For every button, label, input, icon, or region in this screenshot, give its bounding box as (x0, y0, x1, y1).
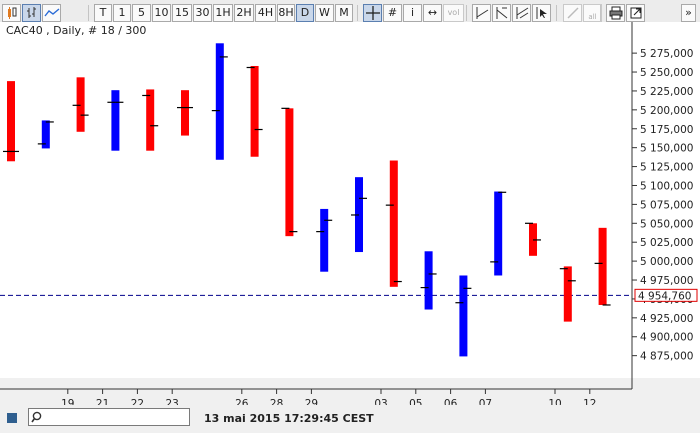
price-bar[interactable] (215, 43, 224, 160)
x-tick-label: 05 (409, 398, 422, 405)
arrow-icon (536, 7, 547, 19)
price-bar[interactable] (146, 89, 155, 151)
y-tick-label: 4 875,000 (640, 351, 693, 363)
eraser-icon (566, 7, 579, 19)
price-bar[interactable] (181, 90, 189, 136)
color-indicator[interactable] (7, 413, 17, 423)
price-chart[interactable]: 5 275,000 5 250,000 5 225,000 5 200,000 5 17… (0, 22, 700, 405)
x-tick-label: 22 (131, 398, 144, 405)
price-bar[interactable] (111, 90, 120, 151)
period-8h-button[interactable]: 8H (277, 4, 295, 22)
x-tick-label: 03 (374, 398, 387, 405)
info-tool-button[interactable]: i (403, 4, 422, 22)
y-tick-label: 5 200,000 (640, 105, 693, 117)
y-tick-label: 4 900,000 (640, 332, 693, 344)
period-30-button[interactable]: 30 (193, 4, 212, 22)
x-tick-label: 26 (235, 398, 249, 405)
price-bar[interactable] (598, 227, 607, 305)
crosshair-tool-button[interactable] (363, 4, 382, 22)
toolbar-separator (88, 5, 89, 21)
price-bar[interactable] (285, 108, 294, 237)
grid-tool-button[interactable]: # (383, 4, 402, 22)
y-tick-label: 5 050,000 (640, 218, 693, 230)
x-tick-label: 10 (548, 398, 561, 405)
price-bar[interactable] (250, 65, 259, 157)
pan-tool-button[interactable]: ↔ (423, 4, 442, 22)
expand-button[interactable]: » (681, 4, 696, 22)
price-bar[interactable] (320, 208, 329, 272)
ohlc-bars-icon (26, 7, 36, 18)
y-tick-label: 5 150,000 (640, 143, 693, 155)
y-tick-label: 5 275,000 (640, 48, 693, 60)
toolbar-separator (357, 5, 358, 21)
y-tick-label: 5 250,000 (640, 67, 693, 79)
bar-chart-button[interactable] (22, 4, 41, 22)
status-bar: 13 mai 2015 17:29:45 CEST (0, 405, 700, 433)
x-tick-label: 29 (305, 398, 318, 405)
search-icon (31, 411, 42, 423)
current-price-label: 4 954,760 (638, 290, 691, 302)
line-chart-button[interactable] (42, 4, 61, 22)
price-bar[interactable] (563, 266, 572, 322)
x-tick-label: 19 (61, 398, 74, 405)
x-tick-label: 21 (96, 398, 109, 405)
channel-tool-button[interactable] (512, 4, 531, 22)
period-5-button[interactable]: 5 (132, 4, 151, 22)
export-button[interactable] (626, 4, 645, 22)
crosshair-icon (365, 6, 380, 20)
chart-application: T 1 5 10 15 30 1H 2H 4H 8H D W M # i ↔ vol all» 5 275,000… (0, 0, 700, 433)
period-1h-button[interactable]: 1H (213, 4, 233, 22)
price-bar[interactable] (494, 191, 503, 276)
fibonacci-tool-button[interactable] (492, 4, 511, 22)
trendline-icon (476, 7, 488, 19)
price-bar[interactable] (7, 81, 15, 162)
period-d-button[interactable]: D (296, 4, 314, 22)
y-tick-label: 5 025,000 (640, 237, 693, 249)
y-tick-label: 5 225,000 (640, 86, 693, 98)
export-icon (630, 7, 641, 19)
y-tick-label: 4 925,000 (640, 313, 693, 325)
chart-title: CAC40 , Daily, # 18 / 300 (6, 24, 147, 37)
chart-area[interactable]: 5 275,000 5 250,000 5 225,000 5 200,000 5 17… (0, 22, 700, 405)
price-bar[interactable] (424, 251, 433, 310)
y-tick-label: 5 100,000 (640, 180, 693, 192)
timestamp: 13 mai 2015 17:29:45 CEST (204, 412, 374, 425)
candlestick-chart-button[interactable] (2, 4, 21, 22)
volume-tool-button[interactable]: vol (443, 4, 464, 22)
print-button[interactable] (606, 4, 625, 22)
toolbar-separator (600, 5, 601, 21)
x-tick-label: 23 (166, 398, 179, 405)
fibonacci-icon (496, 7, 507, 19)
search-input[interactable] (28, 408, 190, 426)
period-w-button[interactable]: W (315, 4, 334, 22)
period-15-button[interactable]: 15 (172, 4, 192, 22)
arrow-tool-button[interactable] (532, 4, 551, 22)
period-10-button[interactable]: 10 (152, 4, 171, 22)
channel-icon (516, 7, 528, 19)
price-bar[interactable] (459, 275, 468, 357)
trendline-tool-button[interactable] (472, 4, 491, 22)
period-4h-button[interactable]: 4H (255, 4, 276, 22)
x-tick-label: 06 (444, 398, 458, 405)
y-tick-label: 5 000,000 (640, 256, 693, 268)
period-m-button[interactable]: M (335, 4, 353, 22)
x-tick-label: 07 (479, 398, 492, 405)
x-tick-label: 12 (583, 398, 596, 405)
price-bar[interactable] (76, 77, 85, 132)
price-bar[interactable] (389, 160, 398, 287)
y-tick-label: 4 975,000 (640, 275, 693, 287)
period-t-button[interactable]: T (94, 4, 112, 22)
y-tick-label: 5 075,000 (640, 199, 693, 211)
x-tick-label: 28 (270, 398, 283, 405)
period-2h-button[interactable]: 2H (234, 4, 254, 22)
period-1-button[interactable]: 1 (113, 4, 131, 22)
line-chart-icon (43, 8, 59, 17)
printer-icon (609, 6, 622, 20)
y-tick-label: 5 175,000 (640, 124, 693, 136)
toolbar-separator (556, 5, 557, 21)
erase-tool-button[interactable] (563, 4, 582, 22)
candlestick-icon (7, 7, 16, 19)
toolbar-separator (466, 5, 467, 21)
y-tick-label: 5 125,000 (640, 162, 693, 174)
